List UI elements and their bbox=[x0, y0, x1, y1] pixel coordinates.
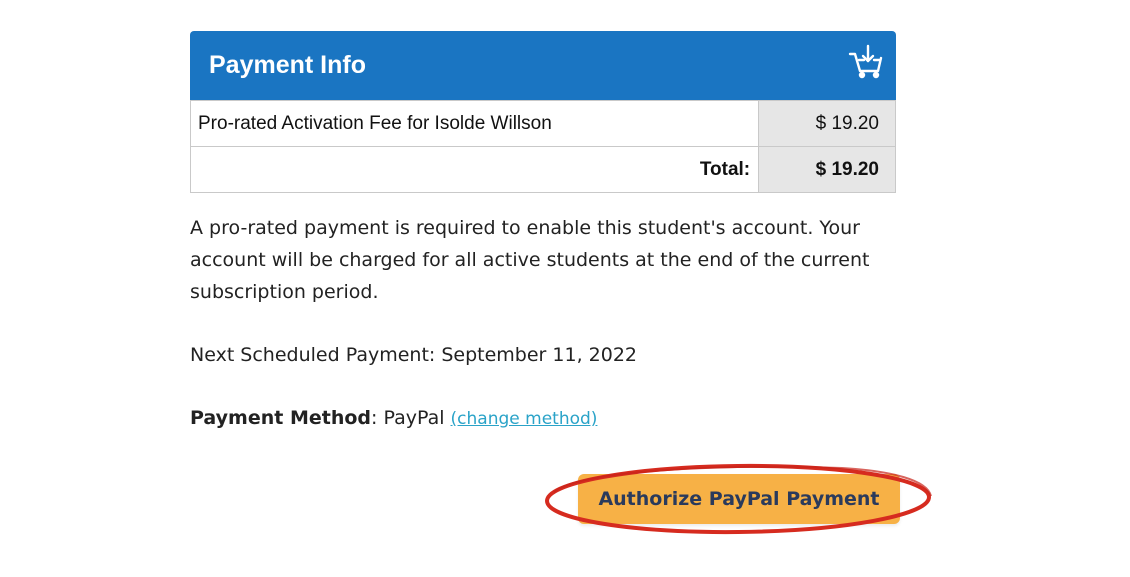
payment-method-value: PayPal bbox=[383, 407, 445, 429]
table-row: Pro-rated Activation Fee for Isolde Will… bbox=[189, 100, 896, 147]
payment-notice: A pro-rated payment is required to enabl… bbox=[190, 217, 870, 303]
payment-method-line: Payment Method: PayPal (change method) bbox=[190, 402, 597, 435]
total-row: Total: $ 19.20 bbox=[189, 146, 896, 193]
payment-method-separator: : bbox=[371, 407, 378, 429]
total-amount: $ 19.20 bbox=[758, 146, 896, 193]
cart-download-icon bbox=[848, 44, 883, 79]
change-method-link[interactable]: (change method) bbox=[451, 409, 598, 429]
fees-table: Pro-rated Activation Fee for Isolde Will… bbox=[189, 100, 896, 193]
fee-amount: $ 19.20 bbox=[758, 100, 896, 147]
panel-header: Payment Info bbox=[190, 31, 896, 100]
payment-info-panel: Payment Info Pro-rated Activation Fee fo… bbox=[189, 31, 896, 193]
payment-method-label: Payment Method bbox=[190, 407, 372, 429]
authorize-area: Authorize PayPal Payment bbox=[542, 462, 934, 536]
highlight-ring bbox=[545, 463, 932, 535]
fee-description: Pro-rated Activation Fee for Isolde Will… bbox=[189, 100, 760, 147]
panel-title: Payment Info bbox=[209, 51, 366, 79]
total-label: Total: bbox=[189, 146, 760, 193]
next-scheduled-payment: Next Scheduled Payment: September 11, 20… bbox=[190, 344, 638, 366]
